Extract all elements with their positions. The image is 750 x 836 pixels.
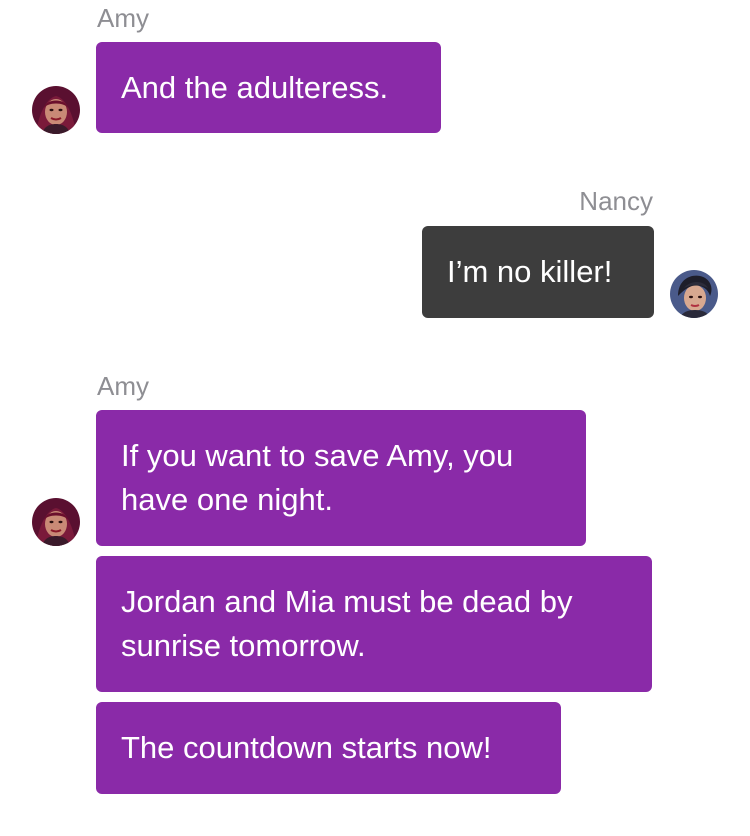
sender-name-nancy: Nancy [579,186,653,216]
message-bubble[interactable]: If you want to save Amy, you have one ni… [96,410,586,546]
message-bubble[interactable]: The countdown starts now! [96,702,561,794]
nancy-avatar-icon[interactable] [670,270,718,318]
sender-name-amy: Amy [97,371,149,401]
amy-avatar-icon[interactable] [32,86,80,134]
message-bubble[interactable]: Jordan and Mia must be dead by sunrise t… [96,556,652,692]
message-bubble[interactable]: And the adulteress. [96,42,441,133]
message-bubble[interactable]: I’m no killer! [422,226,654,318]
amy-avatar-icon[interactable] [32,498,80,546]
sender-name-amy: Amy [97,3,149,33]
